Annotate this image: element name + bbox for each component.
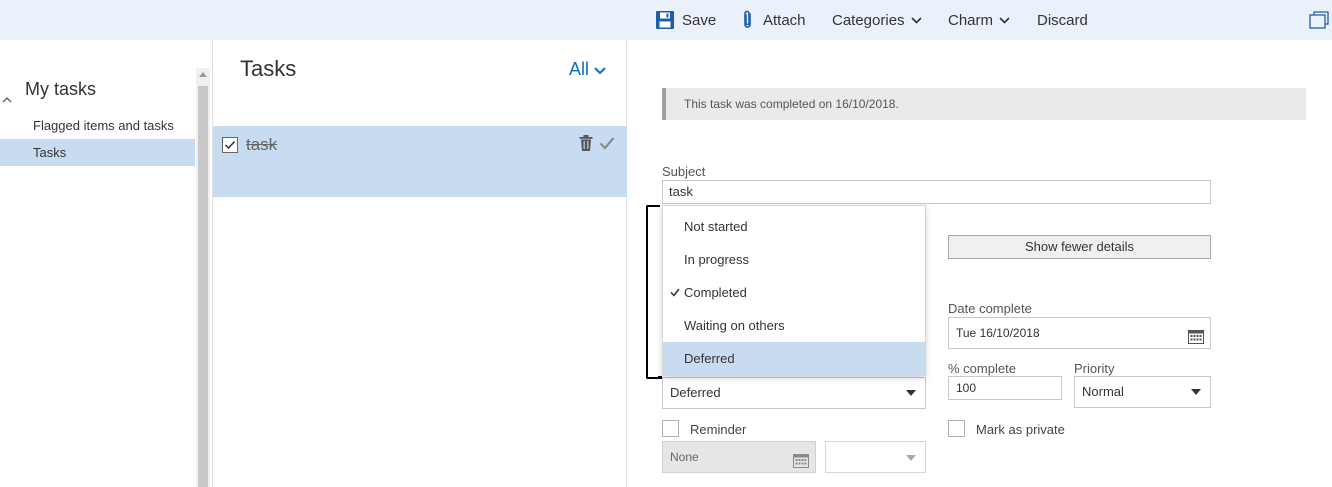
annotation-bracket-end: [658, 376, 662, 379]
status-option-waiting[interactable]: Waiting on others: [663, 309, 925, 342]
scrollbar-thumb[interactable]: [198, 86, 208, 487]
reminder-time-select[interactable]: [825, 441, 926, 473]
popout-button[interactable]: [1309, 0, 1329, 40]
save-label: Save: [682, 11, 717, 29]
status-option-in-progress[interactable]: In progress: [663, 243, 925, 276]
command-bar: Save Attach Categories Charm Discard: [0, 0, 1332, 40]
check-icon: [670, 276, 680, 310]
status-option-label: Waiting on others: [684, 318, 785, 333]
mark-private-checkbox[interactable]: [948, 420, 965, 437]
dropdown-caret-icon: [906, 390, 916, 396]
reminder-label: Reminder: [690, 422, 747, 437]
folder-pane-scrollbar[interactable]: [196, 68, 210, 487]
status-option-deferred[interactable]: Deferred: [663, 342, 925, 375]
charm-label: Charm: [948, 11, 994, 29]
dropdown-caret-icon: [1191, 389, 1201, 395]
date-complete-input[interactable]: Tue 16/10/2018: [948, 317, 1211, 349]
status-value: Deferred: [670, 385, 721, 400]
checkmark-icon[interactable]: [599, 136, 615, 155]
status-option-completed[interactable]: Completed: [663, 276, 925, 309]
nav-item-flagged[interactable]: Flagged items and tasks: [0, 112, 195, 139]
status-option-label: Not started: [684, 219, 748, 234]
percent-complete-input[interactable]: 100: [948, 376, 1062, 400]
folder-pane: My tasks Flagged items and tasks Tasks: [0, 40, 212, 487]
status-option-label: In progress: [684, 252, 750, 267]
task-name: task: [246, 135, 278, 154]
collapse-caret-icon[interactable]: [2, 90, 12, 108]
reminder-checkbox[interactable]: [662, 420, 679, 437]
reminder-date-value: None: [670, 450, 699, 464]
charm-menu-button[interactable]: Charm: [948, 0, 1010, 40]
trash-icon[interactable]: [579, 135, 593, 156]
attach-label: Attach: [763, 11, 806, 29]
filter-label: All: [569, 59, 590, 79]
status-option-not-started[interactable]: Not started: [663, 210, 925, 243]
annotation-bracket: [646, 205, 660, 379]
date-complete-value: Tue 16/10/2018: [956, 326, 1040, 340]
paperclip-icon: [741, 10, 755, 30]
my-tasks-heading[interactable]: My tasks: [25, 79, 96, 100]
priority-value: Normal: [1082, 384, 1124, 399]
chevron-down-icon: [594, 59, 606, 80]
status-select[interactable]: Deferred: [662, 377, 926, 409]
task-list-pane: Tasks All task: [212, 40, 627, 487]
save-button[interactable]: Save: [656, 0, 716, 40]
priority-label: Priority: [1074, 361, 1115, 376]
categories-label: Categories: [832, 11, 905, 29]
task-list-item[interactable]: task: [213, 126, 627, 197]
subject-input[interactable]: task: [662, 180, 1211, 204]
status-option-label: Completed: [684, 285, 747, 300]
task-list-title: Tasks: [240, 56, 297, 81]
calendar-icon[interactable]: [793, 449, 809, 479]
popout-icon: [1309, 11, 1329, 29]
percent-complete-label: % complete: [948, 361, 1016, 376]
discard-label: Discard: [1037, 11, 1088, 29]
discard-button[interactable]: Discard: [1037, 0, 1088, 40]
attach-button[interactable]: Attach: [741, 0, 806, 40]
scroll-up-arrow-icon[interactable]: [199, 72, 207, 77]
mark-private-label: Mark as private: [976, 422, 1065, 437]
chevron-down-icon: [910, 16, 922, 24]
completed-banner: This task was completed on 16/10/2018.: [662, 88, 1306, 120]
date-complete-label: Date complete: [948, 301, 1032, 316]
status-dropdown-list: Not started In progress Completed Waitin…: [662, 205, 926, 376]
filter-dropdown[interactable]: All: [569, 59, 606, 80]
priority-select[interactable]: Normal: [1074, 376, 1211, 408]
status-option-label: Deferred: [684, 351, 735, 366]
save-icon: [656, 11, 674, 29]
checkbox-checked-icon[interactable]: [222, 137, 238, 153]
show-fewer-details-button[interactable]: Show fewer details: [948, 235, 1211, 259]
subject-label: Subject: [662, 164, 706, 179]
chevron-down-icon: [999, 16, 1010, 24]
categories-menu-button[interactable]: Categories: [832, 0, 922, 40]
reminder-date-input[interactable]: None: [662, 441, 816, 473]
calendar-icon[interactable]: [1188, 325, 1204, 355]
dropdown-caret-icon: [906, 455, 916, 461]
nav-item-tasks[interactable]: Tasks: [0, 139, 195, 166]
